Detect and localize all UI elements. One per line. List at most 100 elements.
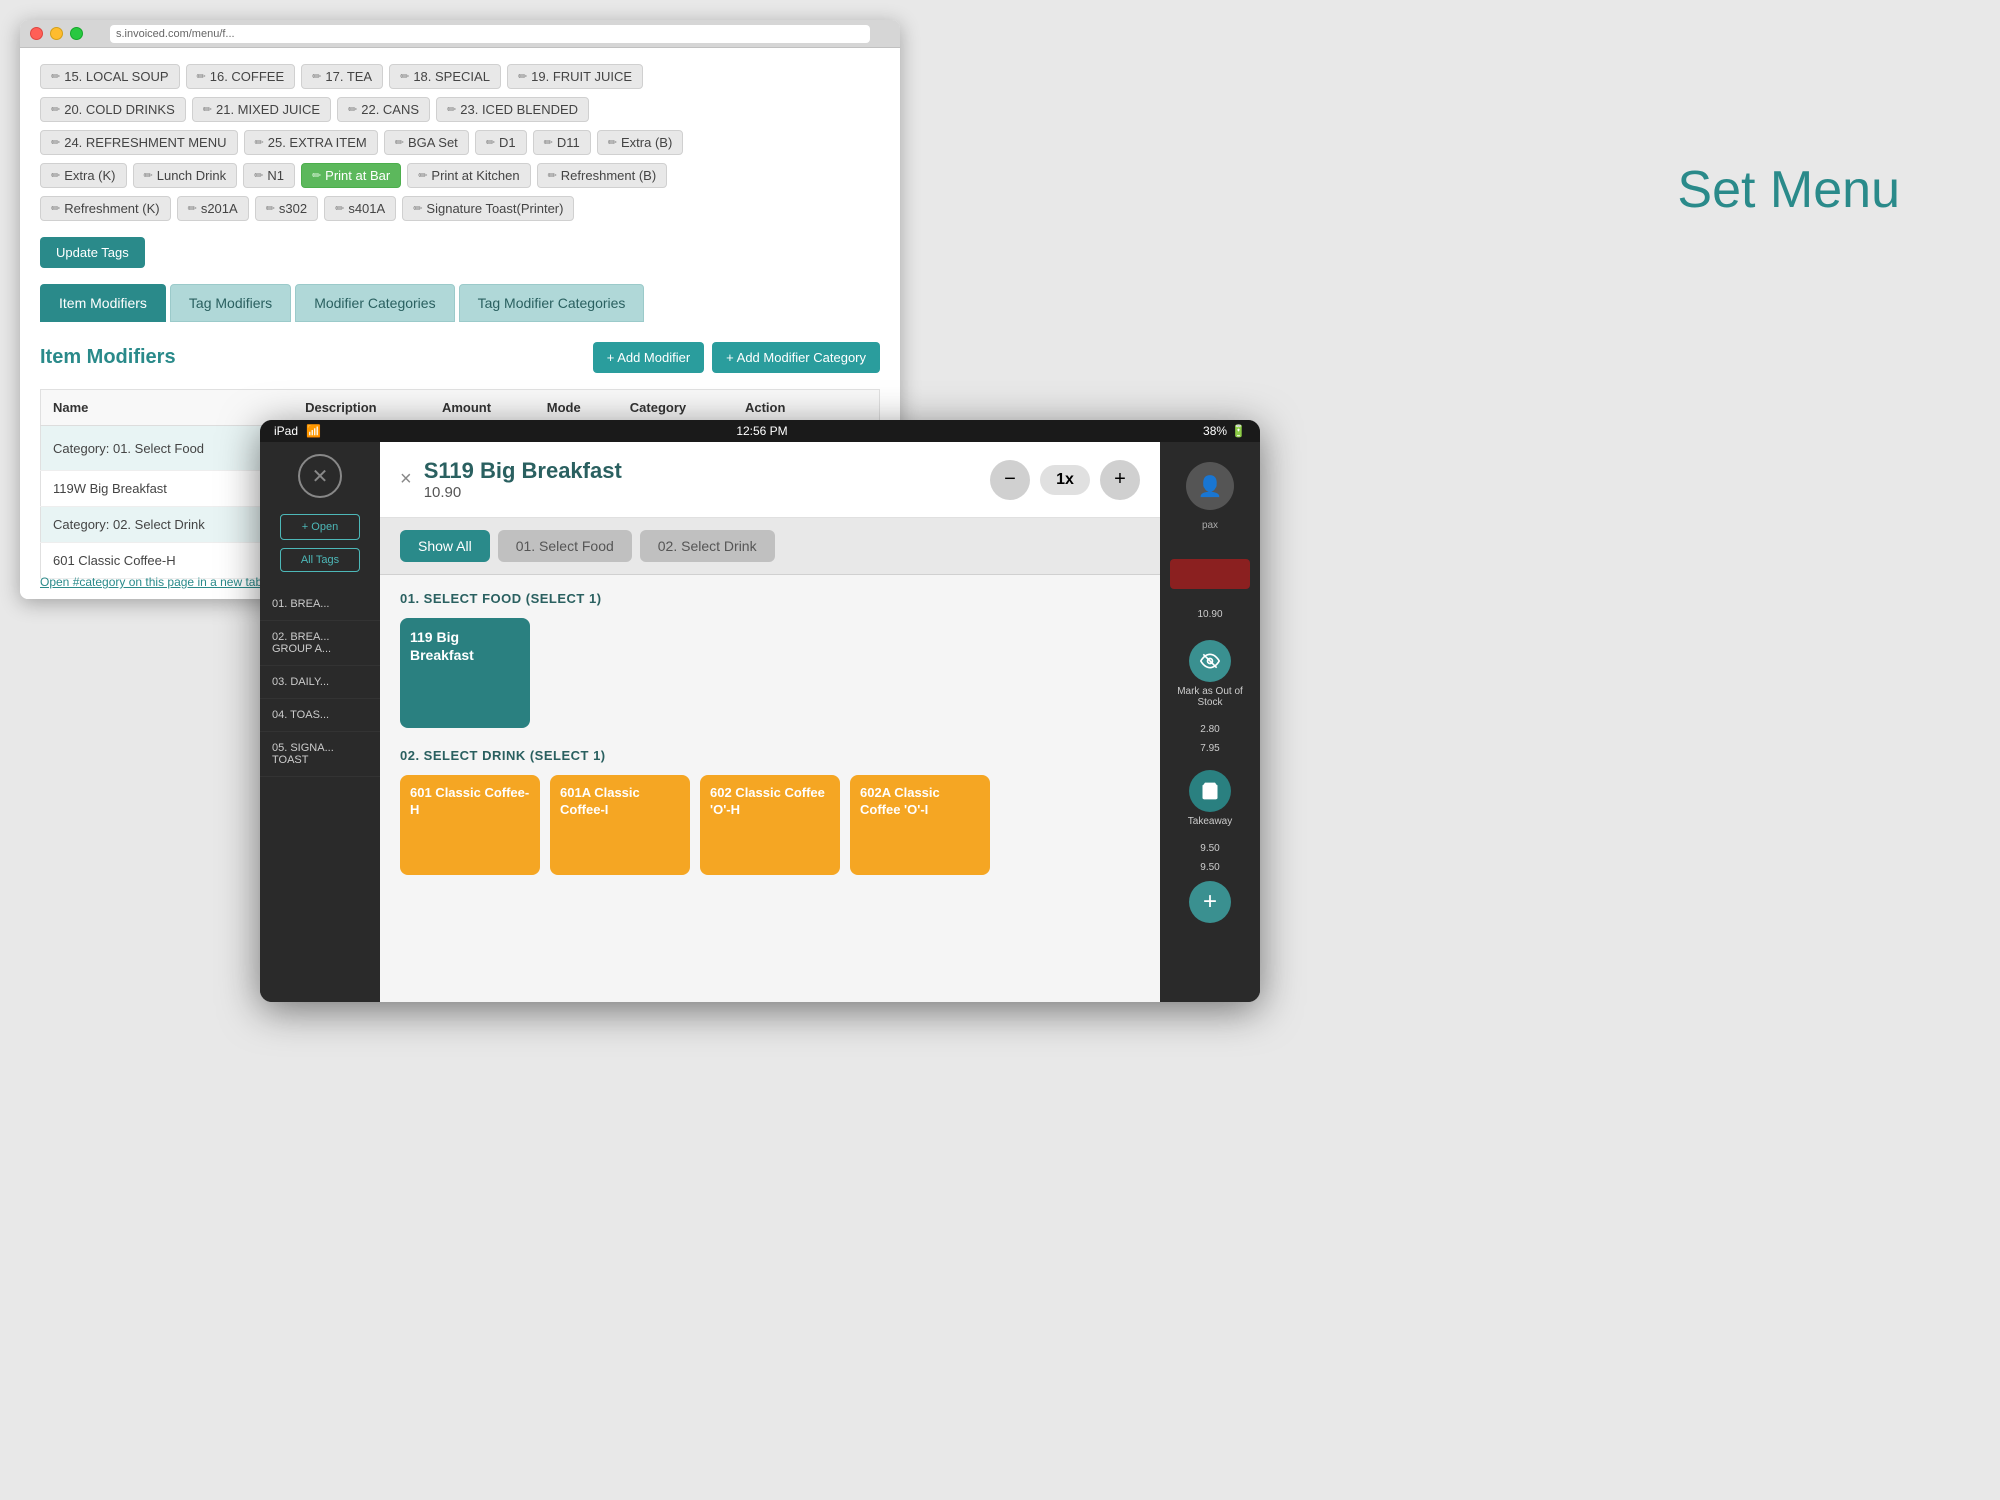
pencil-icon: ✏ [447,103,456,116]
tags-row-5: ✏ Refreshment (K) ✏ s201A ✏ s302 ✏ s401A… [40,196,880,221]
pencil-icon: ✏ [188,202,197,215]
pencil-icon: ✏ [51,103,60,116]
price-display-1: 10.90 [1197,605,1222,624]
tag-local-soup[interactable]: ✏ 15. LOCAL SOUP [40,64,180,89]
pencil-icon: ✏ [544,136,553,149]
tags-row-2: ✏ 20. COLD DRINKS ✏ 21. MIXED JUICE ✏ 22… [40,97,880,122]
ipad-label: iPad [274,424,298,438]
tag-print-at-kitchen[interactable]: ✏ Print at Kitchen [407,163,530,188]
pencil-icon: ✏ [255,136,264,149]
drink-item-card[interactable]: 601A Classic Coffee-I [550,775,690,875]
sidebar-menu-list: 01. BREA... 02. BREA... GROUP A... 03. D… [260,588,380,777]
price-display-3: 7.95 [1200,743,1219,754]
pencil-icon: ✏ [418,169,427,182]
set-menu-title: Set Menu [1677,160,1900,220]
tag-s401a[interactable]: ✏ s401A [324,196,396,221]
food-item-card[interactable]: 119 Big Breakfast [400,618,530,728]
tab-show-all[interactable]: Show All [400,530,490,562]
close-window-button[interactable] [30,27,43,40]
battery-level: 38% [1203,424,1227,438]
tag-special[interactable]: ✏ 18. SPECIAL [389,64,501,89]
pencil-icon: ✏ [400,70,409,83]
tag-cold-drinks[interactable]: ✏ 20. COLD DRINKS [40,97,186,122]
modal-header: × S119 Big Breakfast 10.90 − 1x + [380,442,1160,518]
eye-icon [1189,640,1231,682]
modal-close-button[interactable]: × [400,468,412,491]
pencil-icon: ✏ [518,70,527,83]
tag-mixed-juice[interactable]: ✏ 21. MIXED JUICE [192,97,331,122]
mark-out-label: Mark as Out of Stock [1164,686,1256,708]
tag-tea[interactable]: ✏ 17. TEA [301,64,383,89]
tag-extra-k[interactable]: ✏ Extra (K) [40,163,127,188]
tag-iced-blended[interactable]: ✏ 23. ICED BLENDED [436,97,589,122]
list-item[interactable]: 01. BREA... [260,588,380,621]
drink-item-card[interactable]: 602A Classic Coffee 'O'-I [850,775,990,875]
mark-out-of-stock-button[interactable]: Mark as Out of Stock [1160,632,1260,716]
increase-quantity-button[interactable]: + [1100,460,1140,500]
wifi-icon: 📶 [306,424,321,438]
close-order-button[interactable]: ✕ [298,454,342,498]
tag-refreshment-menu[interactable]: ✏ 24. REFRESHMENT MENU [40,130,238,155]
add-button[interactable]: + [1189,881,1231,923]
modal-body: 01. SELECT FOOD (SELECT 1) 119 Big Break… [380,575,1160,1002]
tab-tag-modifier-categories[interactable]: Tag Modifier Categories [459,284,645,322]
drink-item-card[interactable]: 601 Classic Coffee-H [400,775,540,875]
tags-area: ✏ 15. LOCAL SOUP ✏ 16. COFFEE ✏ 17. TEA … [40,64,880,268]
tag-d11[interactable]: ✏ D11 [533,130,591,155]
url-bar[interactable]: s.invoiced.com/menu/f... [110,25,870,43]
all-tags-button[interactable]: All Tags [280,548,360,572]
add-modifier-button[interactable]: + Add Modifier [593,342,704,373]
ipad-left-sidebar: ✕ + Open All Tags 01. BREA... 02. BREA..… [260,442,380,1002]
food-category-label: 01. SELECT FOOD (SELECT 1) [400,591,1140,606]
drink-item-card[interactable]: 602 Classic Coffee 'O'-H [700,775,840,875]
tab-select-drink[interactable]: 02. Select Drink [640,530,775,562]
add-modifier-category-button[interactable]: + Add Modifier Category [712,342,880,373]
pencil-icon: ✏ [348,103,357,116]
tag-lunch-drink[interactable]: ✏ Lunch Drink [133,163,238,188]
tag-bga-set[interactable]: ✏ BGA Set [384,130,469,155]
pencil-icon: ✏ [51,169,60,182]
ipad-main-area: × S119 Big Breakfast 10.90 − 1x + Show A… [380,442,1160,1002]
tag-coffee[interactable]: ✏ 16. COFFEE [186,64,296,89]
tab-select-food[interactable]: 01. Select Food [498,530,632,562]
tab-tag-modifiers[interactable]: Tag Modifiers [170,284,291,322]
list-item[interactable]: 05. SIGNA... TOAST [260,732,380,777]
open-button[interactable]: + Open [280,514,360,540]
list-item[interactable]: 04. TOAS... [260,699,380,732]
modifier-tabs: Item Modifiers Tag Modifiers Modifier Ca… [40,284,880,322]
minimize-window-button[interactable] [50,27,63,40]
pencil-icon: ✏ [254,169,263,182]
pencil-icon: ✏ [335,202,344,215]
tag-print-at-bar[interactable]: ✏ Print at Bar [301,163,401,188]
tag-refreshment-b[interactable]: ✏ Refreshment (B) [537,163,668,188]
update-tags-button[interactable]: Update Tags [40,237,145,268]
tag-s302[interactable]: ✏ s302 [255,196,318,221]
ipad-device: iPad 📶 12:56 PM 38% 🔋 ✕ + Open All Tags … [260,420,1260,1002]
modal-quantity-controls: − 1x + [990,460,1140,500]
decrease-quantity-button[interactable]: − [990,460,1030,500]
pencil-icon: ✏ [608,136,617,149]
tab-modifier-categories[interactable]: Modifier Categories [295,284,454,322]
price-display-2: 2.80 [1200,724,1219,735]
footer-link[interactable]: Open #category on this page in a new tab [40,575,262,589]
drink-category-label: 02. SELECT DRINK (SELECT 1) [400,748,1140,763]
tag-extra-b[interactable]: ✏ Extra (B) [597,130,684,155]
tag-extra-item[interactable]: ✏ 25. EXTRA ITEM [244,130,378,155]
tag-s201a[interactable]: ✏ s201A [177,196,249,221]
pencil-icon: ✏ [312,70,321,83]
list-item[interactable]: 03. DAILY... [260,666,380,699]
tag-cans[interactable]: ✏ 22. CANS [337,97,430,122]
takeaway-button[interactable]: Takeaway [1184,762,1236,835]
modal-category-tabs: Show All 01. Select Food 02. Select Drin… [380,518,1160,575]
tag-fruit-juice[interactable]: ✏ 19. FRUIT JUICE [507,64,643,89]
list-item[interactable]: 02. BREA... GROUP A... [260,621,380,666]
tag-refreshment-k[interactable]: ✏ Refreshment (K) [40,196,171,221]
tag-n1[interactable]: ✏ N1 [243,163,295,188]
tag-signature-toast[interactable]: ✏ Signature Toast(Printer) [402,196,574,221]
tag-d1[interactable]: ✏ D1 [475,130,527,155]
tab-item-modifiers[interactable]: Item Modifiers [40,284,166,322]
maximize-window-button[interactable] [70,27,83,40]
pencil-icon: ✏ [197,70,206,83]
pencil-icon: ✏ [395,136,404,149]
pencil-icon: ✏ [144,169,153,182]
